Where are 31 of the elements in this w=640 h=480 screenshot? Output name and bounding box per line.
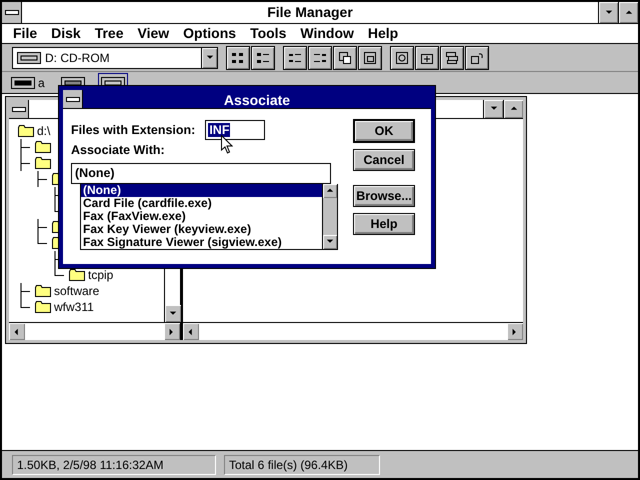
list-item[interactable]: Fax Key Viewer (keyview.exe) xyxy=(81,223,322,236)
menu-item[interactable]: Options xyxy=(176,24,244,43)
menu-item[interactable]: Tree xyxy=(88,24,131,43)
list-item[interactable]: Card File (cardfile.exe) xyxy=(81,197,322,210)
status-text: 1.50KB, 2/5/98 11:16:32AM xyxy=(12,454,216,474)
dialog-button[interactable]: Browse... xyxy=(353,185,415,207)
field-label: Files with Extension: xyxy=(71,123,196,137)
menu-item[interactable]: View xyxy=(130,24,176,43)
menu-item[interactable]: File xyxy=(6,24,44,43)
dialog-title: Associate xyxy=(222,91,292,108)
associate-field[interactable]: (None) xyxy=(71,163,331,184)
drive-button[interactable]: a xyxy=(8,73,48,92)
folder-name[interactable]: d:\ xyxy=(37,124,50,138)
dialog-button[interactable]: Help xyxy=(353,213,415,235)
drive-select[interactable]: D: CD-ROM xyxy=(12,46,218,68)
menu-item[interactable]: Tools xyxy=(243,24,294,43)
folder-name[interactable]: tcpip xyxy=(88,268,114,282)
menu-item[interactable]: Disk xyxy=(44,24,88,43)
extension-field[interactable]: INF xyxy=(205,120,266,140)
list-item[interactable]: Fax Signature Viewer (sigview.exe) xyxy=(81,236,322,249)
folder-name[interactable]: wfw311 xyxy=(54,300,94,314)
list-item[interactable]: (None) xyxy=(81,184,322,197)
menu-item[interactable]: Help xyxy=(360,24,406,43)
menu-item[interactable]: Window xyxy=(293,24,361,43)
status-text: Total 6 file(s) (96.4KB) xyxy=(224,454,380,474)
dialog-button[interactable]: Cancel xyxy=(353,149,415,171)
folder-name[interactable]: software xyxy=(54,284,100,298)
field-label: Associate With: xyxy=(71,143,165,157)
dialog-button[interactable]: OK xyxy=(353,119,415,143)
window-title: File Manager xyxy=(266,3,354,22)
list-item[interactable]: Fax (FaxView.exe) xyxy=(81,210,322,223)
